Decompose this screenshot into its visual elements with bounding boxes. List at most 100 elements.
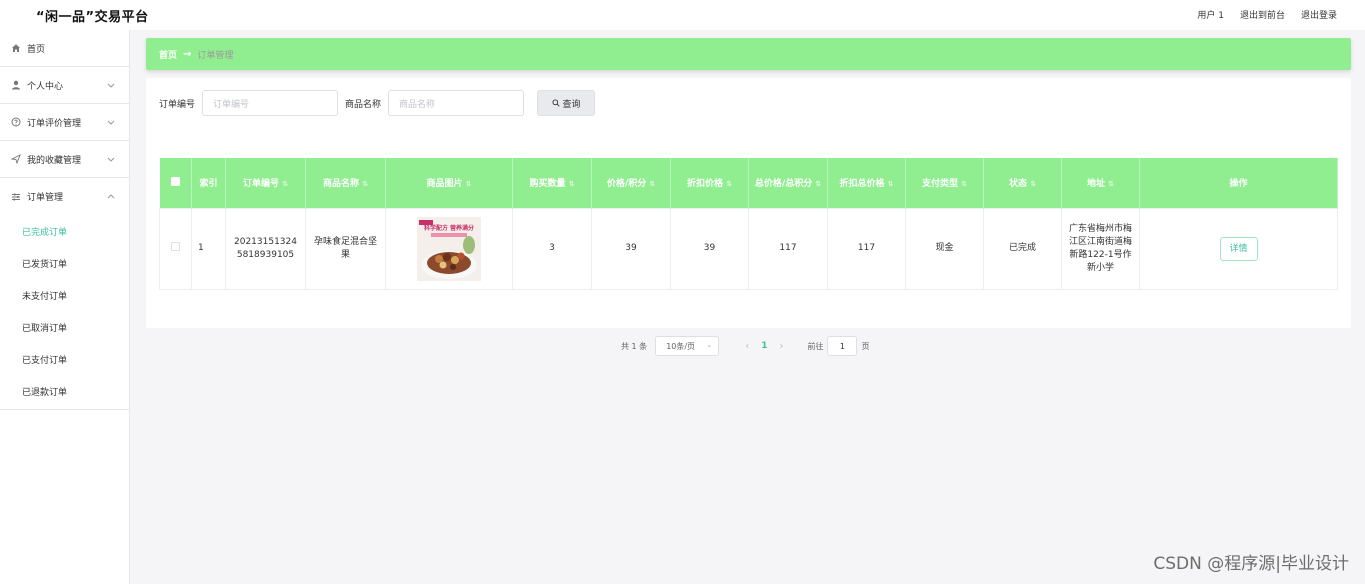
- column-header[interactable]: 折扣价格 ⇅: [670, 158, 749, 208]
- sort-icon[interactable]: ⇅: [888, 180, 894, 188]
- cell-product-name: 孕味食足混合坚果: [305, 207, 386, 290]
- sort-icon[interactable]: ⇅: [282, 180, 288, 188]
- sidebar-item-label: 首页: [27, 44, 46, 55]
- chevron-down-icon: [107, 118, 115, 127]
- cell-order-no: 202131513245818939105: [225, 207, 306, 290]
- submenu-shipped-orders[interactable]: 已发货订单: [0, 247, 129, 279]
- goto-suffix: 页: [861, 341, 870, 351]
- cell-actions: 详情: [1139, 207, 1338, 290]
- chevron-down-icon: ⌄: [706, 341, 713, 349]
- column-header: 操作: [1139, 158, 1338, 208]
- breadcrumb-separator: →: [183, 48, 192, 60]
- sidebar-item-home[interactable]: 首页: [0, 30, 129, 67]
- row-select-cell[interactable]: [159, 207, 192, 290]
- order-no-input[interactable]: 订单编号: [202, 90, 339, 116]
- total-count: 共 1 条: [621, 341, 648, 351]
- breadcrumb: 首页 → 订单管理: [146, 38, 1351, 70]
- top-header: “闲一品”交易平台 用户 1 退出到前台 退出登录: [0, 0, 1365, 30]
- user-icon: [11, 80, 21, 90]
- sidebar: 首页 个人中心 订单评价管理 我的收藏管理 订单管理 已完成订单 已发货订单 未…: [0, 30, 130, 584]
- detail-button[interactable]: 详情: [1219, 236, 1258, 261]
- order-submenu: 已完成订单 已发货订单 未支付订单 已取消订单 已支付订单 已退款订单: [0, 215, 129, 410]
- sort-icon[interactable]: ⇅: [961, 180, 967, 188]
- table-header-row: 索引 订单编号 ⇅ 商品名称 ⇅ 商品图片 ⇅ 购买数量 ⇅ 价格/积分 ⇅ 折扣价格 ⇅ …: [159, 158, 1338, 208]
- cell-price: 39: [591, 207, 671, 290]
- cell-discount-price: 39: [670, 207, 749, 290]
- column-header[interactable]: 支付类型 ⇅: [905, 158, 984, 208]
- pagination: 共 1 条 10条/页 ⌄ ‹ 1 › 前往 1 页: [621, 336, 869, 356]
- back-to-frontend-link[interactable]: 退出到前台: [1240, 8, 1285, 21]
- orders-table: 索引 订单编号 ⇅ 商品名称 ⇅ 商品图片 ⇅ 购买数量 ⇅ 价格/积分 ⇅ 折扣价格 ⇅ …: [159, 158, 1338, 290]
- page-size-select[interactable]: 10条/页 ⌄: [655, 336, 720, 356]
- search-button[interactable]: 查询: [537, 90, 596, 116]
- column-header[interactable]: 状态 ⇅: [983, 158, 1062, 208]
- next-page-icon[interactable]: ›: [779, 341, 783, 352]
- main-content: 首页 → 订单管理 订单编号 订单编号 商品名称 商品名称 查询 索引 订单编号…: [146, 38, 1351, 356]
- sort-icon[interactable]: ⇅: [1108, 180, 1114, 188]
- product-image[interactable]: 科学配方 营养满分: [417, 216, 481, 281]
- sort-icon[interactable]: ⇅: [466, 180, 472, 188]
- goto-page-input[interactable]: 1: [827, 336, 858, 356]
- column-header[interactable]: 总价格/总积分 ⇅: [748, 158, 828, 208]
- column-header[interactable]: 订单编号 ⇅: [225, 158, 306, 208]
- sidebar-item-label: 我的收藏管理: [27, 155, 82, 166]
- table-row: 1 202131513245818939105 孕味食足混合坚果 科学配方 营养…: [159, 207, 1338, 290]
- column-header[interactable]: 商品图片 ⇅: [385, 158, 513, 208]
- sort-icon[interactable]: ⇅: [569, 180, 575, 188]
- search-form: 订单编号 订单编号 商品名称 商品名称 查询: [159, 90, 596, 116]
- sidebar-item-personal-center[interactable]: 个人中心: [0, 67, 129, 104]
- cell-index: 1: [191, 207, 226, 290]
- search-icon: [551, 99, 560, 107]
- select-all-checkbox[interactable]: [170, 176, 180, 186]
- sidebar-item-order-review[interactable]: 订单评价管理: [0, 104, 129, 141]
- app-title: “闲一品”交易平台: [36, 10, 149, 25]
- submenu-paid-orders[interactable]: 已支付订单: [0, 343, 129, 375]
- help-circle-icon: [11, 117, 21, 127]
- column-header[interactable]: 商品名称 ⇅: [305, 158, 386, 208]
- cell-discount-total: 117: [827, 207, 906, 290]
- column-header[interactable]: 购买数量 ⇅: [512, 158, 592, 208]
- logout-link[interactable]: 退出登录: [1301, 8, 1337, 21]
- product-name-input[interactable]: 商品名称: [388, 90, 525, 116]
- cell-quantity: 3: [512, 207, 592, 290]
- cell-pay-type: 现金: [905, 207, 984, 290]
- chevron-up-icon: [107, 192, 115, 201]
- submenu-refunded-orders[interactable]: 已退款订单: [0, 375, 129, 407]
- order-no-label: 订单编号: [159, 99, 196, 110]
- column-header[interactable]: 价格/积分 ⇅: [591, 158, 671, 208]
- watermark: CSDN @程序源|毕业设计: [1153, 554, 1349, 574]
- submenu-completed-orders[interactable]: 已完成订单: [0, 215, 129, 247]
- sidebar-item-favorites[interactable]: 我的收藏管理: [0, 141, 129, 178]
- product-image-caption: 科学配方 营养满分: [424, 224, 474, 232]
- row-checkbox[interactable]: [171, 241, 180, 251]
- send-icon: [11, 154, 21, 164]
- sidebar-item-label: 个人中心: [27, 81, 64, 92]
- chevron-down-icon: [107, 155, 115, 164]
- prev-page-icon[interactable]: ‹: [745, 341, 749, 352]
- column-header: 索引: [191, 158, 226, 208]
- submenu-cancelled-orders[interactable]: 已取消订单: [0, 311, 129, 343]
- page-number-current[interactable]: 1: [761, 341, 767, 351]
- sort-icon[interactable]: ⇅: [726, 180, 732, 188]
- cell-product-image: 科学配方 营养满分: [385, 207, 513, 290]
- search-button-label: 查询: [562, 99, 581, 110]
- sidebar-item-order-management[interactable]: 订单管理: [0, 178, 129, 215]
- goto-label: 前往: [807, 341, 824, 351]
- chevron-down-icon: [107, 81, 115, 90]
- column-header[interactable]: 折扣总价格 ⇅: [827, 158, 906, 208]
- sort-icon[interactable]: ⇅: [649, 180, 655, 188]
- sort-icon[interactable]: ⇅: [362, 180, 368, 188]
- current-user-link[interactable]: 用户 1: [1197, 8, 1224, 21]
- home-icon: [11, 43, 21, 53]
- sort-icon[interactable]: ⇅: [1030, 180, 1036, 188]
- select-all-header[interactable]: [159, 158, 192, 208]
- page-size-value: 10条/页: [666, 341, 696, 351]
- sidebar-item-label: 订单评价管理: [27, 118, 82, 129]
- cell-status: 已完成: [983, 207, 1062, 290]
- column-header[interactable]: 地址 ⇅: [1061, 158, 1140, 208]
- order-panel: 订单编号 订单编号 商品名称 商品名称 查询 索引 订单编号 ⇅ 商品名称 ⇅ …: [146, 78, 1351, 356]
- breadcrumb-home[interactable]: 首页: [159, 48, 177, 61]
- breadcrumb-current: 订单管理: [197, 50, 234, 61]
- sort-icon[interactable]: ⇅: [815, 180, 821, 188]
- submenu-unpaid-orders[interactable]: 未支付订单: [0, 279, 129, 311]
